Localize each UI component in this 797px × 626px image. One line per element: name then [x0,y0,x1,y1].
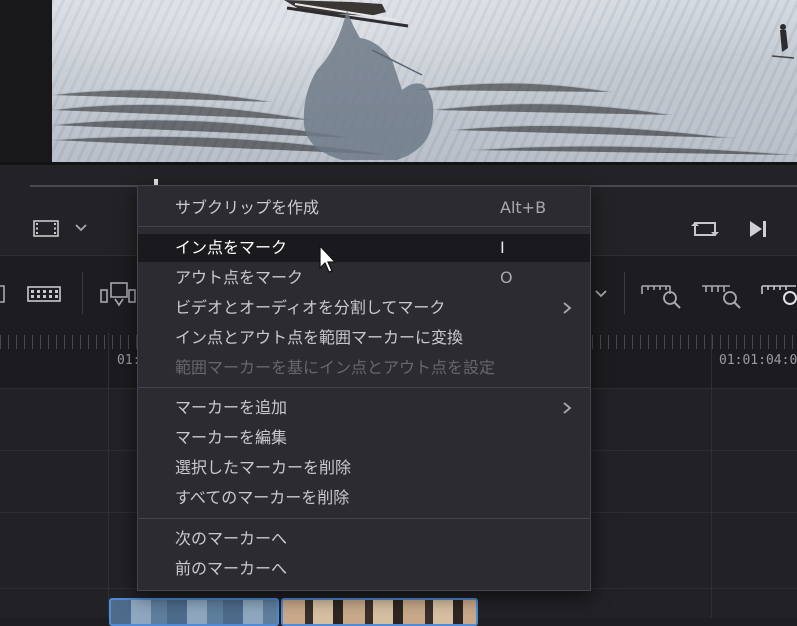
menu-item-shortcut: O [500,268,513,287]
zoom-full-icon[interactable] [640,280,684,310]
menu-item-previous-marker[interactable]: 前のマーカーへ [138,555,590,583]
chevron-down-icon[interactable] [594,288,608,300]
menu-item-label: イン点をマーク [175,238,288,257]
viewer-left-margin [0,0,52,163]
menu-separator [138,387,590,388]
menu-item-shortcut: Alt+B [500,198,547,217]
menu-item-mark-out[interactable]: アウト点をマーク O [138,264,590,292]
insert-clip-icon[interactable] [99,281,137,309]
menu-item-convert-to-range-marker[interactable]: イン点とアウト点を範囲マーカーに変換 [138,324,590,352]
timeline-gridline [108,333,109,618]
ruler-timecode: 01:01:04:00 [719,353,797,368]
menu-item-label: マーカーを編集 [175,428,288,447]
submenu-arrow-icon [563,302,572,314]
menu-item-label: イン点とアウト点を範囲マーカーに変換 [175,328,464,347]
skip-to-end-icon[interactable] [747,218,769,240]
menu-separator [138,518,590,519]
submenu-arrow-icon [563,402,572,414]
zoom-custom-icon[interactable] [760,280,797,310]
menu-item-mark-in[interactable]: イン点をマーク I [138,234,590,262]
menu-item-label: マーカーを追加 [175,398,288,417]
zoom-detail-icon[interactable] [700,280,744,310]
toolbar-partial-icon[interactable] [0,283,8,305]
menu-item-label: アウト点をマーク [175,268,304,287]
chevron-down-icon[interactable] [74,222,88,234]
menu-item-add-marker[interactable]: マーカーを追加 [138,394,590,422]
menu-item-label: すべてのマーカーを削除 [175,488,350,507]
menu-item-label: サブクリップを作成 [175,198,320,217]
menu-item-label: ビデオとオーディオを分割してマーク [175,298,446,317]
menu-item-delete-all-markers[interactable]: すべてのマーカーを削除 [138,484,590,512]
mouse-cursor-icon [319,244,337,273]
blade-icon[interactable] [27,283,61,305]
menu-item-delete-selected-marker[interactable]: 選択したマーカーを削除 [138,454,590,482]
clip-view-icon[interactable] [33,220,59,237]
menu-item-create-subclip[interactable]: サブクリップを作成 Alt+B [138,194,590,222]
menu-item-shortcut: I [500,238,505,257]
menu-item-label: 前のマーカーへ [175,559,288,578]
menu-item-label: 次のマーカーへ [175,529,288,548]
timeline-clip[interactable] [281,598,478,626]
menu-item-set-in-out-from-range: 範囲マーカーを基にイン点とアウト点を設定 [138,354,590,382]
context-menu: サブクリップを作成 Alt+B イン点をマーク I アウト点をマーク O ビデオ… [137,185,591,591]
menu-item-label: 選択したマーカーを削除 [175,458,352,477]
toolbar-separator [624,272,625,314]
video-preview[interactable] [52,0,797,162]
menu-item-split-av-mark[interactable]: ビデオとオーディオを分割してマーク [138,294,590,322]
video-frame-image [52,0,797,160]
menu-item-next-marker[interactable]: 次のマーカーへ [138,525,590,553]
menu-item-label: 範囲マーカーを基にイン点とアウト点を設定 [175,358,496,377]
timeline-clip[interactable] [109,598,279,626]
toolbar-separator [82,272,83,314]
timeline-gridline [711,333,712,618]
menu-item-edit-marker[interactable]: マーカーを編集 [138,424,590,452]
menu-separator [138,226,590,227]
loop-icon[interactable] [690,218,720,240]
